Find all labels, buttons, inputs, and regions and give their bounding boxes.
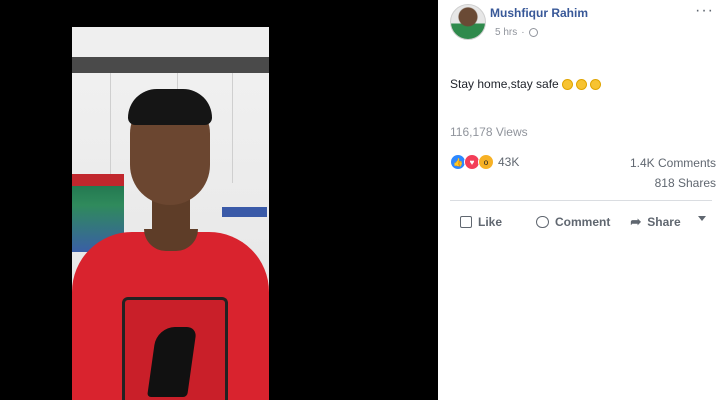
divider [450,200,712,201]
chevron-down-icon[interactable] [698,216,706,221]
hands-emoji-icon [575,78,587,90]
more-options-icon[interactable]: ··· [695,2,714,20]
hands-emoji-icon [561,78,573,90]
video-ceiling [72,27,269,58]
reaction-count[interactable]: 43K [498,155,519,169]
wall-line [110,73,111,183]
hands-emoji-icon [589,78,601,90]
comment-label: Comment [555,215,611,229]
wall-sign [222,207,267,217]
comments-count[interactable]: 1.4K Comments [630,156,716,170]
share-label: Share [647,215,681,229]
post-meta: 5 hrs · [495,27,538,38]
share-icon: ➦ [630,214,642,229]
shares-count[interactable]: 818 Shares [655,176,716,190]
avatar[interactable] [450,4,486,40]
dot-separator: · [521,27,525,38]
reaction-summary[interactable]: 👍 ♥ o 43K [450,154,519,170]
comment-button[interactable]: Comment [536,215,610,229]
globe-icon [528,28,538,37]
wall-line [232,73,233,183]
view-count: 116,178 Views [450,125,528,139]
thumbs-up-icon [460,216,472,228]
post-time[interactable]: 5 hrs [495,27,517,38]
share-button[interactable]: ➦ Share [630,214,680,230]
author-name[interactable]: Mushfiqur Rahim [490,6,588,20]
poster-banner [72,174,124,186]
like-button[interactable]: Like [460,215,502,229]
wow-reaction-icon: o [478,154,494,170]
post-panel: Mushfiqur Rahim 5 hrs · ··· Stay home,st… [438,0,724,400]
hair [128,89,212,125]
comment-icon [536,216,550,228]
video-beam [72,57,269,73]
like-label: Like [478,215,503,229]
video-frame[interactable] [72,27,269,400]
video-player[interactable] [0,0,438,400]
post-text-content: Stay home,stay safe [450,77,559,91]
post-text: Stay home,stay safe [450,77,601,91]
action-bar: Like Comment ➦ Share [450,208,712,236]
